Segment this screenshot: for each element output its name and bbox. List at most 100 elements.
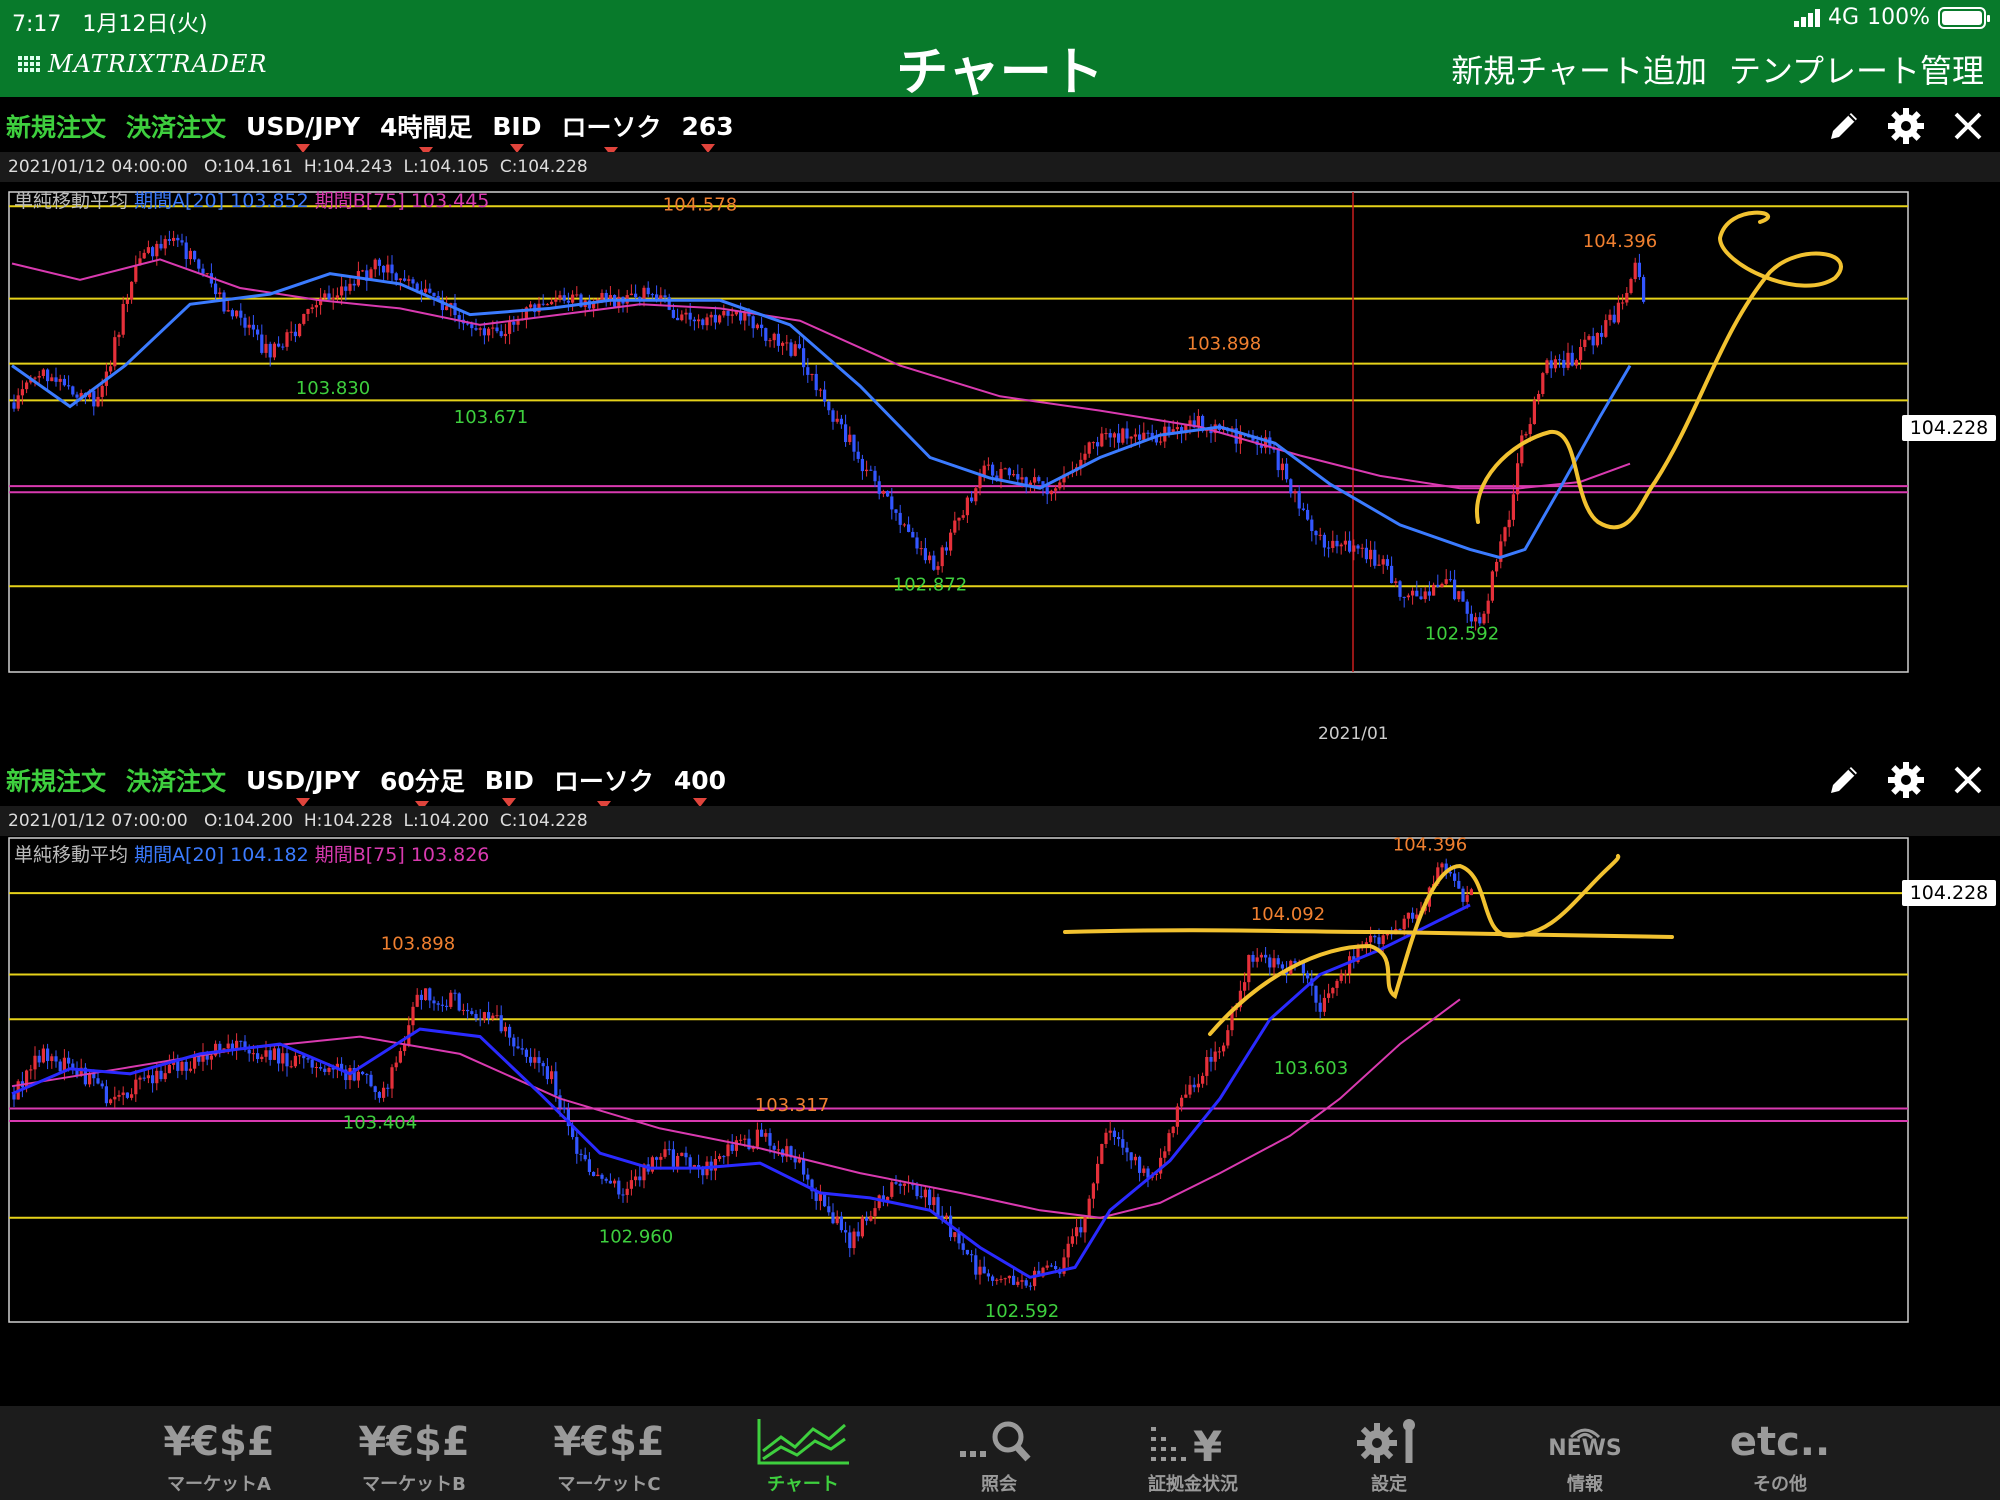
candle-body [1591, 336, 1595, 346]
close-icon[interactable] [1948, 760, 1988, 800]
tab-market-a[interactable]: ¥€$£ マーケットA [144, 1416, 294, 1496]
candle-body [1331, 987, 1335, 994]
close-icon[interactable] [1948, 106, 1988, 146]
candle-body [1243, 982, 1247, 991]
candle-body [831, 1212, 835, 1224]
candle-body [1457, 591, 1461, 600]
candle-body [512, 321, 516, 325]
candle-body [1205, 1057, 1209, 1076]
candle-body [881, 491, 885, 494]
candle-body [88, 1073, 92, 1085]
bar-count-selector[interactable]: 263 [681, 112, 733, 141]
timeframe-selector[interactable]: 60分足 [380, 762, 465, 798]
candle-body [1373, 935, 1377, 938]
candle-body [373, 259, 377, 270]
bar-count-selector[interactable]: 400 [674, 766, 726, 795]
candle-body [54, 377, 58, 382]
candle-body [1381, 559, 1385, 565]
candle-body [113, 337, 117, 367]
new-order-button[interactable]: 新規注文 [6, 762, 106, 798]
price-extreme-label: 102.592 [985, 1301, 1059, 1322]
candle-body [961, 515, 965, 518]
template-manage-button[interactable]: テンプレート管理 [1729, 46, 1984, 92]
close-order-button[interactable]: 決済注文 [126, 108, 226, 144]
candlestick-chart-4h[interactable]: 104.578 103.830 103.671 103.898 102.872 104.3… [0, 182, 2000, 750]
sma-b-label: 期間B[75] [314, 844, 405, 866]
candle-body [1587, 336, 1591, 340]
sma-a-label: 期間A[20] [134, 190, 225, 212]
candle-body [209, 1055, 213, 1060]
pencil-icon[interactable] [1824, 106, 1864, 146]
sma-legend: 単純移動平均 期間A[20] 103.852 期間B[75] 103.445 [14, 186, 489, 213]
tab-margin-status[interactable]: ¥ 証拠金状況 [1118, 1416, 1268, 1496]
candle-body [1608, 314, 1612, 321]
candle-body [718, 315, 722, 323]
gear-icon[interactable] [1886, 760, 1926, 800]
pair-selector[interactable]: USD/JPY [246, 112, 360, 141]
chart-type-selector[interactable]: ローソク [554, 762, 654, 798]
pencil-icon[interactable] [1824, 760, 1864, 800]
candle-body [193, 250, 197, 260]
candle-body [37, 375, 41, 378]
candle-body [67, 385, 71, 387]
candle-body [1356, 545, 1360, 549]
tab-news[interactable]: NEWS 情報 [1510, 1416, 1660, 1496]
candle-body [50, 1056, 54, 1062]
plot-area[interactable]: 103.898 103.404 103.317 102.960 104.396 104.0… [0, 836, 2000, 1406]
tab-other[interactable]: etc.. その他 [1705, 1416, 1855, 1496]
candle-body [138, 1077, 142, 1080]
candle-body [1616, 302, 1620, 323]
candle-body [281, 1053, 285, 1064]
candle-body [713, 1159, 717, 1171]
tab-market-c[interactable]: ¥€$£ マーケットC [534, 1416, 684, 1496]
candle-body [1314, 985, 1318, 1003]
add-chart-button[interactable]: 新規チャート追加 [1451, 46, 1707, 92]
candle-body [600, 1174, 604, 1179]
candle-body [1453, 873, 1457, 881]
ohlc-readout: 2021/01/12 07:00:00 O:104.200 H:104.228 … [0, 806, 2000, 836]
plot-frame [8, 191, 1909, 673]
candle-body [818, 389, 822, 391]
candle-body [356, 1071, 360, 1081]
candle-body [1469, 613, 1473, 622]
candle-body [634, 293, 638, 298]
tab-chart[interactable]: チャート [728, 1416, 878, 1496]
candle-body [1532, 400, 1536, 425]
candle-body [503, 1026, 507, 1032]
close-order-button[interactable]: 決済注文 [126, 762, 226, 798]
candle-body [1142, 1168, 1146, 1173]
candle-body [1541, 373, 1545, 394]
candle-body [398, 278, 402, 281]
chart-type-selector[interactable]: ローソク [561, 108, 661, 144]
timeframe-selector[interactable]: 4時間足 [380, 108, 472, 144]
candle-body [251, 1053, 255, 1055]
candle-body [134, 265, 138, 282]
candlestick-chart-60m[interactable]: 103.898 103.404 103.317 102.960 104.396 104.0… [0, 836, 2000, 1406]
currency-icon: ¥€$£ [553, 1419, 665, 1465]
candle-body [1045, 487, 1049, 495]
candle-body [461, 1009, 465, 1011]
candle-body [907, 524, 911, 532]
candle-body [424, 288, 428, 293]
candle-body [306, 308, 310, 314]
price-type-selector[interactable]: BID [485, 766, 534, 795]
candle-body [806, 1174, 810, 1180]
plot-area[interactable]: 104.578 103.830 103.671 103.898 102.872 104.3… [0, 182, 2000, 750]
sma-label: 単純移動平均 [14, 190, 129, 212]
candle-body [1318, 1002, 1322, 1012]
tab-market-b[interactable]: ¥€$£ マーケットB [339, 1416, 489, 1496]
candle-body [1348, 540, 1352, 552]
candle-body [915, 1185, 919, 1197]
pair-selector[interactable]: USD/JPY [246, 766, 360, 795]
ohlc-high: H:104.243 [303, 157, 393, 177]
candle-body [369, 1074, 373, 1087]
candle-body [869, 1216, 873, 1221]
candle-body [776, 1149, 780, 1151]
candle-body [1112, 433, 1116, 438]
gear-icon[interactable] [1886, 106, 1926, 146]
new-order-button[interactable]: 新規注文 [6, 108, 106, 144]
price-type-selector[interactable]: BID [492, 112, 541, 141]
tab-settings[interactable]: 設定 [1314, 1416, 1464, 1496]
candle-body [256, 329, 260, 335]
tab-inquiry[interactable]: 照会 [924, 1416, 1074, 1496]
